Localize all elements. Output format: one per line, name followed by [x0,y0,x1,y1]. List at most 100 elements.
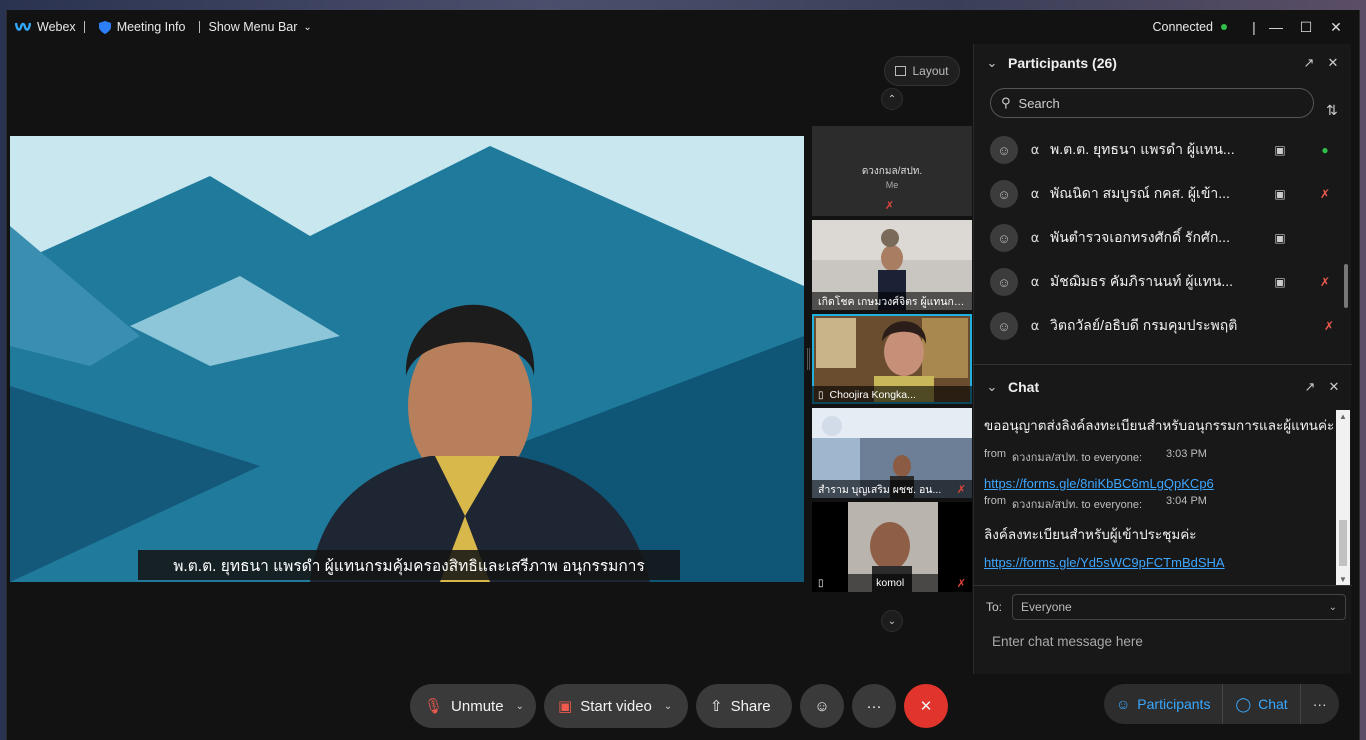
headset-icon: ⍺ [1030,318,1040,333]
thumbnail-label: ▯ komol ✗ [812,574,972,592]
participant-name: มัชฌิมธร คัมภิรานนท์ ผู้แทน... [1050,273,1234,289]
unmute-button[interactable]: 🎙 Unmute ⌄ [410,684,536,728]
thumbnail-label: สำราม บุญเสริม ผชช. อน... ✗ [812,480,972,498]
video-thumbnail[interactable]: เกิดโชค เกษมวงศ์จิตร ผู้แทนกร... [812,220,972,310]
participant-name: สำราม บุญเสริม ผชช. อน... [818,483,942,496]
unmute-label: Unmute [451,697,504,715]
participant-list-scrollbar[interactable] [1344,264,1348,308]
person-icon: ☺ [1116,696,1131,712]
chevron-down-icon[interactable]: ⌄ [664,701,672,712]
mic-muted-icon: 🎙 [424,698,444,715]
participant-row[interactable]: ☺ ⍺ วิตถวัลย์/อธิบดี กรมคุมประพฤติ ✗ [974,304,1344,348]
sender-label: ดวงกมล/สปท. to everyone: [1012,452,1142,464]
pop-out-icon[interactable]: ↗ [1301,55,1317,71]
participant-row[interactable]: ☺ ⍺ พัณนิดา สมบูรณ์ กคส. ผู้เข้า... ▣ ✗ [974,172,1344,216]
chat-link[interactable]: https://forms.gle/Yd5sWC9pFCTmBdSHA [984,555,1336,570]
chevron-down-icon[interactable]: ⌄ [516,701,524,712]
sender-label: ดวงกมล/สปท. to everyone: [1012,499,1142,511]
scrollbar-thumb[interactable] [1339,520,1347,566]
participant-name: วิตถวัลย์/อธิบดี กรมคุมประพฤติ [1050,317,1238,333]
recipient-select[interactable]: Everyone ⌄ [1012,594,1347,620]
mic-on-icon: ● [1321,143,1329,157]
close-icon[interactable]: ✕ [1326,379,1342,395]
show-menu-bar-button[interactable]: Show Menu Bar ⌄ [200,10,319,44]
search-icon: ⚲ [1001,95,1011,110]
scroll-down-arrow-icon[interactable]: ▼ [1336,575,1350,584]
leave-meeting-button[interactable]: ✕ [904,684,948,728]
pop-out-icon[interactable]: ↗ [1302,379,1318,395]
sort-icon[interactable]: ⇅ [1326,102,1338,119]
ellipsis-icon: ··· [1312,696,1327,712]
video-thumbnail-active[interactable]: ▯ Choojira Kongka... [812,314,972,404]
thumbnail-label: ▯ Choojira Kongka... [812,386,972,404]
from-label: from [984,495,1006,507]
camera-icon: ▣ [1274,143,1286,157]
divider [974,364,1352,365]
chat-title: Chat [1008,379,1040,395]
chat-message-input[interactable]: Enter chat message here [992,634,1143,649]
mic-muted-icon: ✗ [1319,275,1331,289]
participant-name: เกิดโชค เกษมวงศ์จิตร ผู้แทนกร... [818,295,966,308]
video-thumbnail[interactable]: สำราม บุญเสริม ผชช. อน... ✗ [812,408,972,498]
maximize-button[interactable]: ☐ [1291,10,1321,44]
participant-row[interactable]: ☺ ⍺ พ.ต.ต. ยุทธนา แพรดำ ผู้แทน... ▣ ● [974,128,1344,172]
chevron-down-icon[interactable]: ⌄ [984,379,1000,395]
headset-icon: ⍺ [1030,186,1040,201]
participant-search-input[interactable]: ⚲ Search [990,88,1314,118]
more-panels-button[interactable]: ··· [1301,684,1339,724]
participant-row[interactable]: ☺ ⍺ มัชฌิมธร คัมภิรานนท์ ผู้แทน... ▣ ✗ [974,260,1344,304]
resize-splitter[interactable] [807,348,810,370]
mic-muted-icon: ✗ [1323,319,1335,333]
video-thumbnail[interactable]: ▯ komol ✗ [812,502,972,592]
meeting-info-label: Meeting Info [116,20,186,34]
participant-name: komol [876,577,905,589]
chat-link[interactable]: https://forms.gle/8niKbBC6mLgQpKCp6 [984,476,1336,491]
minimize-button[interactable]: — [1261,10,1291,44]
chat-recipient-row: To: Everyone ⌄ [986,594,1347,620]
share-button[interactable]: ⇧ Share [696,684,792,728]
participant-row[interactable]: ☺ ⍺ พันตำรวจเอกทรงศักดิ์ รักศัก... ▣ [974,216,1344,260]
close-icon[interactable]: ✕ [1325,55,1341,71]
participant-name: พัณนิดา สมบูรณ์ กคส. ผู้เข้า... [1050,185,1230,201]
speaker-video-frame [10,136,804,582]
headset-icon: ⍺ [1030,230,1040,245]
reactions-button[interactable]: ☺ [800,684,844,728]
connection-status: Connected [1153,20,1227,34]
meeting-controls: 🎙 Unmute ⌄ ▣ Start video ⌄ ⇧ Share ☺ ···… [410,684,948,728]
layout-icon [895,66,907,76]
headset-icon: ⍺ [1030,274,1040,289]
chevron-down-icon[interactable]: ⌄ [984,55,1000,71]
layout-button[interactable]: Layout [884,56,960,86]
participants-header: ⌄ Participants (26) ↗ ✕ [974,44,1351,82]
chevron-down-icon: ⌄ [1328,601,1338,613]
timestamp: 3:04 PM [1166,495,1207,507]
participants-title: Participants (26) [1008,55,1117,71]
webex-menu[interactable]: Webex [7,10,84,44]
participant-name: พันตำรวจเอกทรงศักดิ์ รักศัก... [1050,229,1230,245]
video-thumbnail-self[interactable]: ดวงกมล/สปท. Me ✗ [812,126,972,216]
chat-bubble-icon: ◯ [1235,695,1252,712]
meeting-info-button[interactable]: Meeting Info [91,10,194,44]
mic-muted-icon: ✗ [885,200,895,212]
chat-scrollbar[interactable]: ▲ ▼ [1336,410,1350,586]
avatar: ☺ [990,180,1018,208]
divider [974,585,1352,586]
more-options-button[interactable]: ··· [852,684,896,728]
chat-toggle-button[interactable]: ◯ Chat [1223,684,1301,724]
close-window-button[interactable]: ✕ [1321,10,1351,44]
to-label: To: [986,600,1003,614]
scroll-up-arrow-icon[interactable]: ▲ [1336,412,1350,421]
active-speaker-video: พ.ต.ต. ยุทธนา แพรดำ ผู้แทนกรมคุ้มครองสิท… [10,136,804,582]
scroll-down-button[interactable]: ⌄ [881,610,903,632]
panel-toggle-controls: ☺ Participants ◯ Chat ··· [1104,684,1339,724]
chat-message: ขออนุญาตส่งลิงค์ลงทะเบียนสำหรับอนุกรรมกา… [984,418,1335,433]
participants-toggle-button[interactable]: ☺ Participants [1104,684,1224,724]
avatar: ☺ [990,268,1018,296]
chat-message: ลิงค์ลงทะเบียนสำหรับผู้เข้าประชุมค่ะ [984,527,1197,542]
ellipsis-icon: ··· [866,697,882,715]
scroll-up-button[interactable]: ⌃ [881,88,903,110]
layout-label: Layout [912,64,949,78]
start-video-button[interactable]: ▣ Start video ⌄ [544,684,688,728]
shield-icon [98,20,111,34]
chevron-down-icon: ⌄ [303,21,312,33]
